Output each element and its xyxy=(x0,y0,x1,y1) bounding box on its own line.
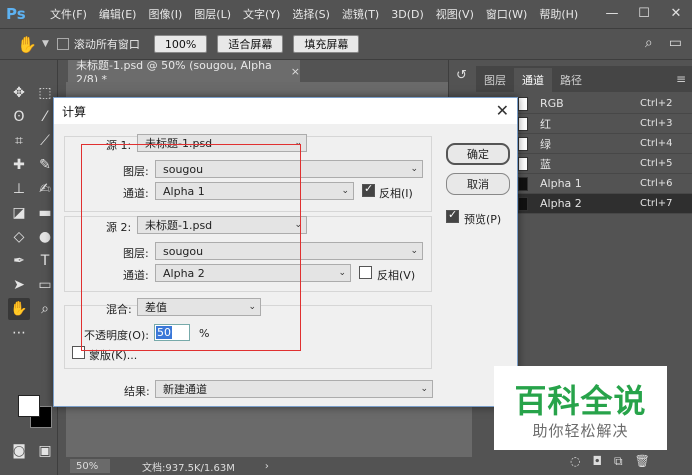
minimize-button[interactable]: — xyxy=(596,0,628,26)
source-2-invert-checkbox[interactable] xyxy=(359,266,372,279)
menu-view[interactable]: 视图(V) xyxy=(430,6,480,22)
channel-name: Alpha 1 xyxy=(540,177,582,190)
channel-name: 红 xyxy=(540,117,551,131)
channel-shortcut: Ctrl+3 xyxy=(640,118,673,129)
move-tool-icon[interactable]: ✥ xyxy=(8,82,30,104)
ok-button[interactable]: 确定 xyxy=(446,143,510,165)
channel-thumbnail xyxy=(518,96,528,111)
chevron-down-icon: ⌄ xyxy=(420,384,428,394)
menu-edit[interactable]: 编辑(E) xyxy=(93,6,143,22)
chevron-down-icon: ⌄ xyxy=(410,246,418,256)
channel-shortcut: Ctrl+4 xyxy=(640,138,673,149)
path-select-tool-icon[interactable]: ➤ xyxy=(8,274,30,296)
channel-name: 绿 xyxy=(540,137,551,151)
menu-type[interactable]: 文字(Y) xyxy=(237,6,286,22)
save-selection-icon[interactable]: ◘ xyxy=(592,454,602,468)
source-1-invert-checkbox[interactable] xyxy=(362,182,375,197)
menu-filter[interactable]: 滤镜(T) xyxy=(336,6,385,22)
document-tab[interactable]: 未标题-1.psd @ 50% (sougou, Alpha 2/8) * × xyxy=(68,59,300,86)
watermark-logo: 百科全说 助你轻松解决 xyxy=(494,366,667,450)
menu-select[interactable]: 选择(S) xyxy=(286,6,336,22)
channel-name: Alpha 2 xyxy=(540,197,582,210)
dialog-title: 计算 xyxy=(62,104,87,119)
tab-paths[interactable]: 路径 xyxy=(552,68,590,92)
close-tab-icon[interactable]: × xyxy=(291,65,300,78)
zoom-level-field[interactable]: 50% xyxy=(70,459,110,473)
screen-mode-icon[interactable]: ▣ xyxy=(34,440,56,462)
options-bar: ✋ ▼ 滚动所有窗口 100% 适合屏幕 填充屏幕 ⌕ ▭ xyxy=(0,28,692,60)
menu-help[interactable]: 帮助(H) xyxy=(533,6,584,22)
document-info: 文档:937.5K/1.63M xyxy=(142,462,235,474)
channel-shortcut: Ctrl+7 xyxy=(640,198,673,209)
dialog-title-bar: 计算 ✕ xyxy=(54,98,517,124)
channels-footer: ◌ ◘ ⧉ 🗑 xyxy=(570,452,680,470)
panel-menu-icon[interactable]: ≡ xyxy=(676,72,686,86)
fit-screen-button[interactable]: 适合屏幕 xyxy=(217,35,284,53)
tab-layers[interactable]: 图层 xyxy=(476,68,514,92)
menu-file[interactable]: 文件(F) xyxy=(44,6,93,22)
channel-name: RGB xyxy=(540,97,564,110)
cancel-button[interactable]: 取消 xyxy=(446,173,510,195)
window-controls: — ☐ ✕ xyxy=(596,0,692,26)
chevron-down-icon: ⌄ xyxy=(410,164,418,174)
channel-thumbnail xyxy=(518,176,528,191)
preview-label: 预览(P) xyxy=(464,213,502,226)
channel-shortcut: Ctrl+5 xyxy=(640,158,673,169)
result-label: 结果: xyxy=(124,385,150,398)
healing-tool-icon[interactable]: ✚ xyxy=(8,154,30,176)
menu-image[interactable]: 图像(I) xyxy=(142,6,188,22)
quick-mask-icon[interactable]: ◙ xyxy=(8,440,30,462)
new-channel-icon[interactable]: ⧉ xyxy=(614,454,623,469)
scroll-all-windows-label: 滚动所有窗口 xyxy=(73,38,140,51)
channel-name: 蓝 xyxy=(540,157,551,171)
chevron-down-icon: ⌄ xyxy=(341,186,349,196)
chevron-down-icon[interactable]: ▼ xyxy=(42,39,49,49)
fill-screen-button[interactable]: 填充屏幕 xyxy=(293,35,360,53)
preview-checkbox[interactable] xyxy=(446,208,459,223)
tab-channels[interactable]: 通道 xyxy=(514,68,552,92)
close-icon[interactable]: ✕ xyxy=(496,101,509,120)
menu-bar: Ps 文件(F) 编辑(E) 图像(I) 图层(L) 文字(Y) 选择(S) 滤… xyxy=(0,0,692,28)
history-panel-icon[interactable]: ↺ xyxy=(449,68,474,83)
channel-shortcut: Ctrl+6 xyxy=(640,178,673,189)
channel-thumbnail xyxy=(518,136,528,151)
status-bar: 50% 文档:937.5K/1.63M › xyxy=(66,457,472,475)
eraser-tool-icon[interactable]: ◪ xyxy=(8,202,30,224)
channel-thumbnail xyxy=(518,156,528,171)
menu-window[interactable]: 窗口(W) xyxy=(480,6,533,22)
channel-shortcut: Ctrl+2 xyxy=(640,98,673,109)
blur-tool-icon[interactable]: ◇ xyxy=(8,226,30,248)
chevron-down-icon: ⌄ xyxy=(338,268,346,278)
foreground-color-swatch[interactable] xyxy=(18,395,40,417)
zoom-100-button[interactable]: 100% xyxy=(153,35,208,53)
highlight-annotation-box xyxy=(81,144,301,351)
status-menu-arrow[interactable]: › xyxy=(265,461,269,472)
watermark-subtitle: 助你轻松解决 xyxy=(532,422,629,440)
menu-3d[interactable]: 3D(D) xyxy=(385,8,430,21)
channel-thumbnail xyxy=(518,116,528,131)
lasso-tool-icon[interactable]: ʘ xyxy=(8,106,30,128)
search-icon[interactable]: ⌕ xyxy=(645,35,653,51)
channel-thumbnail xyxy=(518,196,528,211)
pen-tool-icon[interactable]: ✒ xyxy=(8,250,30,272)
crop-tool-icon[interactable]: ⌗ xyxy=(8,130,30,152)
workspace-icon[interactable]: ▭ xyxy=(669,35,682,51)
hand-tool-icon[interactable]: ✋ xyxy=(12,35,42,54)
tools-panel: ✥ ⬚ ʘ ⁄ ⌗ ⟋ ✚ ✎ ⊥ ✍ ◪ ▬ ◇ ● ✒ T ➤ ▭ ✋ ⌕ … xyxy=(0,60,58,475)
result-select[interactable]: 新建通道 ⌄ xyxy=(155,380,433,398)
source-2-invert-label: 反相(V) xyxy=(377,269,416,282)
source-1-invert-label: 反相(I) xyxy=(379,187,413,200)
hand-tool-button-icon[interactable]: ✋ xyxy=(8,298,30,320)
menu-layer[interactable]: 图层(L) xyxy=(188,6,237,22)
panel-tab-bar: 图层 通道 路径 ≡ xyxy=(476,66,692,92)
maximize-button[interactable]: ☐ xyxy=(628,0,660,26)
photoshop-logo: Ps xyxy=(6,5,26,23)
close-window-button[interactable]: ✕ xyxy=(660,0,692,26)
more-tools-icon[interactable]: ⋯ xyxy=(8,322,30,344)
scroll-all-windows-checkbox[interactable] xyxy=(56,38,69,50)
load-selection-icon[interactable]: ◌ xyxy=(570,454,580,468)
trash-icon[interactable]: 🗑 xyxy=(635,454,650,468)
watermark-title: 百科全说 xyxy=(514,382,647,420)
stamp-tool-icon[interactable]: ⊥ xyxy=(8,178,30,200)
